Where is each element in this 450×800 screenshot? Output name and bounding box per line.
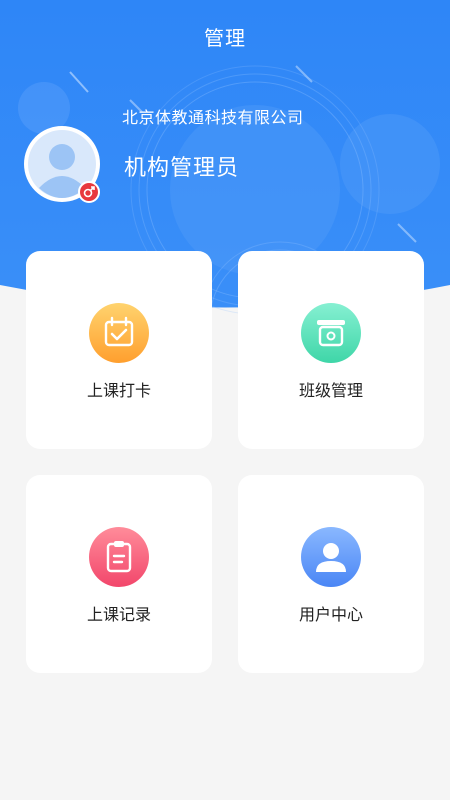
gender-badge: [78, 181, 100, 203]
card-label: 上课记录: [86, 605, 151, 624]
user-center-card[interactable]: 用户中心: [238, 475, 424, 673]
page-title: 管理: [204, 26, 246, 50]
class-management-card[interactable]: 班级管理: [238, 251, 424, 449]
company-name: 北京体教通科技有限公司: [122, 108, 304, 127]
card-label: 上课打卡: [86, 381, 151, 400]
classroom-icon: [301, 303, 361, 363]
card-label: 用户中心: [298, 605, 363, 624]
check-in-card[interactable]: 上课打卡: [26, 251, 212, 449]
calendar-check-icon: [89, 303, 149, 363]
user-role: 机构管理员: [124, 156, 240, 181]
clipboard-icon: [89, 527, 149, 587]
person-icon: [301, 527, 361, 587]
class-records-card[interactable]: 上课记录: [26, 475, 212, 673]
male-gender-icon: [83, 186, 95, 198]
card-label: 班级管理: [298, 381, 363, 400]
